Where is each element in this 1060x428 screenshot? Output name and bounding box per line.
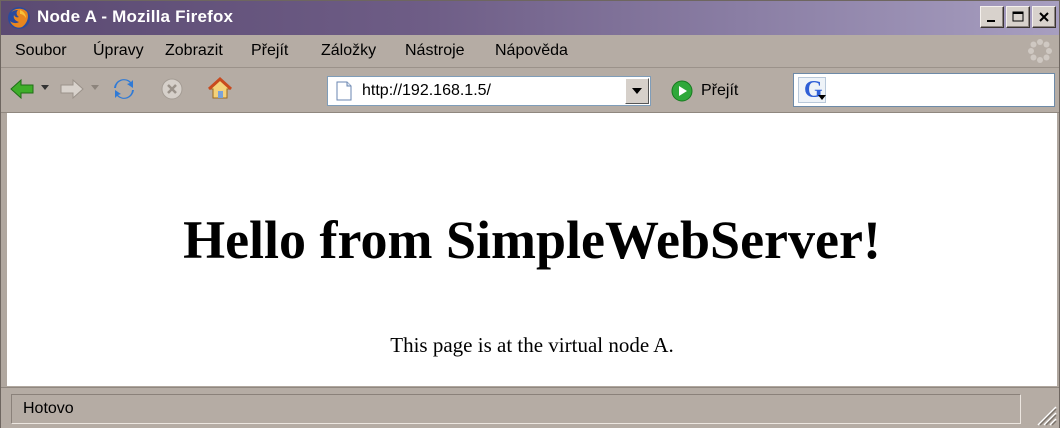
search-input[interactable]	[832, 79, 1046, 103]
url-input[interactable]	[362, 80, 612, 102]
reload-button[interactable]	[111, 76, 137, 102]
search-bar[interactable]: G	[793, 73, 1055, 107]
home-icon	[207, 76, 233, 99]
menu-soubor[interactable]: Soubor	[15, 42, 67, 60]
menu-zobrazit[interactable]: Zobrazit	[165, 42, 223, 60]
url-bar[interactable]	[327, 76, 651, 106]
back-arrow-icon	[10, 78, 34, 100]
window-title: Node A - Mozilla Firefox	[37, 7, 234, 26]
window-controls	[980, 6, 1056, 28]
menu-upravy[interactable]: Úpravy	[93, 42, 144, 60]
stop-icon	[161, 78, 183, 100]
page-icon	[336, 81, 352, 101]
status-panel	[11, 394, 1021, 424]
close-button[interactable]	[1032, 6, 1056, 28]
page-content: Hello from SimpleWebServer! This page is…	[7, 113, 1057, 386]
status-text: Hotovo	[23, 400, 74, 417]
go-label: Přejít	[701, 82, 739, 99]
minimize-button[interactable]	[980, 6, 1004, 28]
menu-nastroje[interactable]: Nástroje	[405, 42, 465, 60]
chevron-down-icon	[632, 88, 642, 94]
back-button[interactable]	[9, 76, 35, 102]
throbber-icon	[1028, 39, 1052, 63]
reload-icon	[114, 79, 134, 99]
menu-zalozky[interactable]: Záložky	[321, 42, 376, 60]
close-icon	[1039, 12, 1049, 22]
go-button[interactable]: Přejít	[671, 78, 738, 104]
status-bar: Hotovo	[1, 387, 1059, 428]
menu-bar: Soubor Úpravy Zobrazit Přejít Záložky Ná…	[1, 35, 1059, 68]
search-engine-selector[interactable]: G	[798, 77, 826, 103]
browser-window: Node A - Mozilla Firefox Soubor Úpravy Z…	[0, 0, 1060, 428]
maximize-icon	[1012, 11, 1024, 22]
forward-history-dropdown[interactable]	[91, 85, 99, 90]
navigation-toolbar: Přejít G	[1, 68, 1059, 113]
page-heading: Hello from SimpleWebServer!	[183, 210, 881, 270]
menu-napoveda[interactable]: Nápověda	[495, 42, 568, 60]
firefox-icon	[8, 7, 30, 29]
minimize-icon	[987, 20, 995, 22]
url-history-dropdown[interactable]	[625, 78, 649, 104]
forward-button[interactable]	[59, 76, 85, 102]
menu-prejit[interactable]: Přejít	[251, 42, 288, 60]
stop-button[interactable]	[159, 76, 185, 102]
page-text: This page is at the virtual node A.	[390, 333, 674, 357]
back-history-dropdown[interactable]	[41, 85, 49, 90]
title-bar[interactable]: Node A - Mozilla Firefox	[1, 1, 1059, 35]
resize-grip-icon[interactable]	[1029, 398, 1057, 426]
go-arrow-icon	[671, 80, 693, 102]
chevron-down-icon	[818, 95, 826, 100]
home-button[interactable]	[207, 76, 233, 102]
maximize-button[interactable]	[1006, 6, 1030, 28]
forward-arrow-icon	[60, 78, 84, 100]
